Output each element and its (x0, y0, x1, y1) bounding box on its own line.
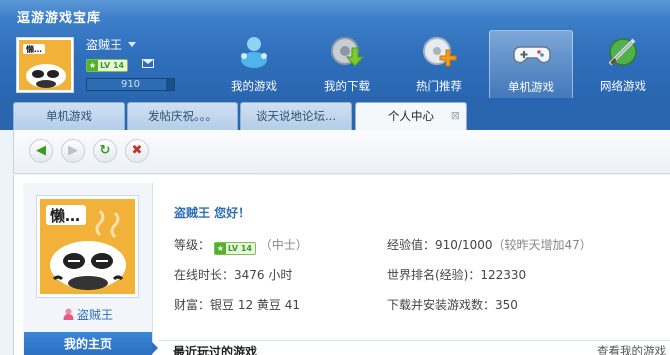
my-home-tab[interactable]: 我的主页 (24, 332, 152, 355)
recent-games-title: 最近玩过的游戏 (173, 345, 258, 355)
exp-delta: （较昨天增加47） (492, 238, 592, 252)
tab-label: 个人中心 (388, 109, 434, 123)
tab-personal-center[interactable]: 个人中心 ⊠ (355, 102, 467, 131)
view-my-games-link[interactable]: 查看我的游戏 (597, 343, 666, 355)
profile-name: 盗贼王 (76, 308, 113, 322)
close-icon[interactable]: ⊠ (451, 103, 460, 129)
back-button[interactable]: ◀ (29, 139, 53, 163)
hot-recommend-icon (423, 37, 457, 67)
refresh-icon: ↻ (99, 143, 111, 158)
download-icon (331, 37, 365, 67)
avatar[interactable]: 懒… (16, 37, 74, 93)
level-badge: ★ LV 14 (86, 57, 129, 72)
app-title: 逗游游戏宝库 (17, 11, 102, 26)
downloaded-games-count: 下载并安装游戏数：350 (387, 298, 518, 312)
exp-progress-value: 910 (120, 79, 141, 90)
nav-label: 我的下载 (324, 79, 370, 93)
tab-bar: 单机游戏 发帖庆祝。。。 谈天说地论坛... 个人中心 ⊠ (0, 100, 670, 131)
nav-label: 热门推荐 (416, 79, 462, 93)
panda-avatar-image: 懒… (40, 199, 135, 294)
browser-toolbar: ◀ ▶ ↻ ✖ (13, 130, 670, 174)
tab-label: 谈天说地论坛... (256, 109, 336, 123)
mail-icon[interactable] (142, 59, 154, 68)
nav-my-downloads[interactable]: 我的下载 (305, 30, 389, 98)
nav-online-games[interactable]: 网络游戏 (581, 30, 665, 98)
nav-label: 单机游戏 (508, 80, 554, 94)
level-info: 等级： ★ LV 14 （中士） (174, 236, 308, 255)
stop-button[interactable]: ✖ (125, 139, 149, 163)
nav-single-player-games[interactable]: 单机游戏 (489, 30, 573, 98)
stop-icon: ✖ (131, 143, 143, 158)
wealth: 财富：银豆 12 黄豆 41 (174, 298, 300, 312)
user-icon (63, 308, 74, 320)
world-rank: 世界排名(经验)：122330 (387, 268, 527, 282)
level-label: 等级： (174, 238, 211, 252)
chevron-down-icon[interactable] (128, 42, 136, 47)
tab-single-player-games[interactable]: 单机游戏 (13, 102, 125, 130)
back-icon: ◀ (36, 143, 46, 158)
tab-label: 发帖庆祝。。。 (148, 109, 217, 123)
online-game-icon (608, 38, 637, 66)
level-badge: ★ LV 14 (213, 242, 256, 255)
greeting: 盗贼王 您好！ (174, 206, 251, 220)
svg-text:懒…: 懒… (50, 207, 80, 225)
personal-center-page: 懒… 盗贼王 我的主页 盗贼王 您好！ 等级： ★ LV 14 （中士） 经验值… (13, 175, 670, 355)
nav-my-games[interactable]: 我的游戏 (212, 30, 296, 98)
level-rank: （中士） (259, 238, 308, 252)
tab-post-celebration[interactable]: 发帖庆祝。。。 (127, 102, 238, 130)
exp-info: 经验值：910/1000（较昨天增加47） (387, 236, 592, 253)
online-time: 在线时长：3476 小时 (174, 268, 293, 282)
username[interactable]: 盗贼王 (86, 36, 122, 53)
star-icon: ★ (87, 60, 98, 71)
nav-label: 网络游戏 (600, 79, 646, 93)
gamepad-icon (513, 46, 551, 64)
nav-label: 我的游戏 (231, 79, 277, 93)
profile-name-link[interactable]: 盗贼王 (23, 306, 153, 323)
profile-avatar[interactable]: 懒… (36, 195, 139, 298)
exp-value: 经验值：910/1000 (387, 238, 493, 252)
tab-label: 单机游戏 (46, 109, 92, 123)
panda-avatar-image: 懒… (19, 40, 71, 90)
active-tab-arrow (152, 342, 158, 354)
refresh-button[interactable]: ↻ (93, 139, 117, 163)
nav-hot-recommend[interactable]: 热门推荐 (397, 30, 481, 98)
forward-icon: ▶ (68, 143, 78, 158)
svg-text:懒…: 懒… (26, 44, 42, 54)
tab-forum[interactable]: 谈天说地论坛... (240, 102, 352, 130)
profile-sidebar: 懒… 盗贼王 我的主页 (23, 183, 158, 355)
star-icon: ★ (214, 243, 226, 254)
recent-games-header: 最近玩过的游戏 查看我的游戏 (159, 340, 670, 355)
app-header: 逗游游戏宝库 懒… 盗贼王 ★ LV 14 910 我的游戏 我的下载 热门推荐… (0, 0, 670, 100)
forward-button[interactable]: ▶ (61, 139, 85, 163)
my-games-icon (241, 37, 267, 68)
exp-progress-bar: 910 (86, 78, 175, 91)
